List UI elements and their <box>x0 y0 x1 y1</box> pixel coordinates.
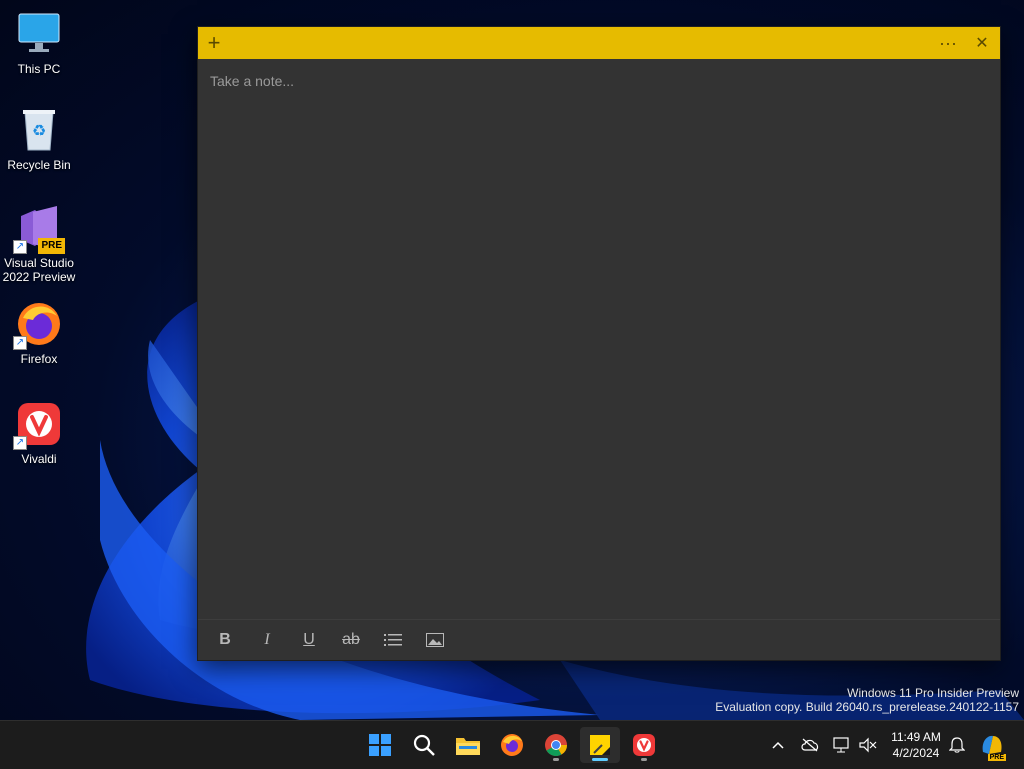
search-button[interactable] <box>404 727 444 763</box>
shortcut-arrow-icon: ↗ <box>13 436 27 450</box>
pre-badge: PRE <box>38 238 65 254</box>
bullet-list-button[interactable] <box>372 624 414 656</box>
firefox-icon: ↗ <box>13 300 63 350</box>
taskbar-chrome[interactable] <box>536 727 576 763</box>
watermark-build: Evaluation copy. Build 26040.rs_prerelea… <box>715 700 1019 714</box>
taskbar: 11:49 AM 4/2/2024 PRE <box>0 720 1024 769</box>
close-note-button[interactable]: ✕ <box>966 27 998 59</box>
note-text-input[interactable] <box>198 59 1000 620</box>
visual-studio-icon: PRE ↗ <box>13 204 65 254</box>
desktop-icon-firefox[interactable]: ↗ Firefox <box>0 300 78 366</box>
bold-icon: B <box>219 631 231 648</box>
monitor-icon <box>15 10 63 58</box>
chevron-up-icon <box>772 741 784 749</box>
shortcut-arrow-icon: ↗ <box>13 336 27 350</box>
italic-icon: I <box>264 631 270 648</box>
plus-icon: + <box>207 30 221 55</box>
menu-button[interactable]: ··· <box>932 27 964 59</box>
note-body <box>198 59 1000 620</box>
strikethrough-button[interactable]: ab <box>330 624 372 656</box>
copilot-button[interactable]: PRE <box>976 721 1008 769</box>
new-note-button[interactable]: + <box>198 27 230 59</box>
image-icon <box>426 633 444 647</box>
desktop-icon-this-pc[interactable]: This PC <box>0 10 78 76</box>
insert-image-button[interactable] <box>414 624 456 656</box>
recycle-bin-icon: ♻ <box>15 106 63 154</box>
vivaldi-icon: ↗ <box>13 400 63 450</box>
volume-muted-icon <box>859 737 877 753</box>
more-options-icon: ··· <box>939 32 957 53</box>
sticky-notes-icon <box>590 735 610 755</box>
underline-icon: U <box>303 631 315 648</box>
taskbar-vivaldi[interactable] <box>624 727 664 763</box>
italic-button[interactable]: I <box>246 624 288 656</box>
clock[interactable]: 11:49 AM 4/2/2024 <box>884 729 948 761</box>
bold-button[interactable]: B <box>204 624 246 656</box>
chrome-icon <box>545 734 567 756</box>
note-title-bar[interactable]: + ··· ✕ <box>198 27 1000 59</box>
sticky-note-window[interactable]: + ··· ✕ B I U ab <box>197 26 1001 661</box>
desktop-icon-recycle-bin[interactable]: ♻ Recycle Bin <box>0 106 78 172</box>
desktop-icon-label: Visual Studio 2022 Preview <box>2 256 76 284</box>
clock-date: 4/2/2024 <box>892 746 940 760</box>
running-indicator <box>592 758 608 761</box>
network-button[interactable] <box>830 721 854 769</box>
desktop-icon-vivaldi[interactable]: ↗ Vivaldi <box>0 400 78 466</box>
taskbar-file-explorer[interactable] <box>448 727 488 763</box>
folder-icon <box>456 738 480 755</box>
search-icon <box>413 734 435 756</box>
clock-time: 11:49 AM <box>891 730 941 744</box>
evaluation-watermark: Windows 11 Pro Insider Preview Evaluatio… <box>715 686 1019 714</box>
cloud-offline-icon <box>801 738 819 752</box>
bell-icon <box>949 737 965 753</box>
svg-text:♻: ♻ <box>32 123 46 140</box>
taskbar-sticky-notes[interactable] <box>580 727 620 763</box>
volume-button[interactable] <box>856 721 880 769</box>
network-icon <box>833 737 849 753</box>
running-indicator <box>641 758 647 761</box>
vivaldi-icon <box>633 734 655 756</box>
underline-button[interactable]: U <box>288 624 330 656</box>
strikethrough-icon: ab <box>342 631 360 648</box>
show-hidden-icons-button[interactable] <box>766 721 790 769</box>
taskbar-firefox[interactable] <box>492 727 532 763</box>
running-indicator <box>553 758 559 761</box>
pre-badge: PRE <box>987 754 1006 761</box>
windows-logo-icon <box>369 734 391 756</box>
desktop-icon-visual-studio[interactable]: PRE ↗ Visual Studio 2022 Preview <box>0 204 78 284</box>
watermark-edition: Windows 11 Pro Insider Preview <box>847 686 1019 700</box>
desktop-icon-label: Vivaldi <box>21 452 57 466</box>
format-toolbar: B I U ab <box>198 619 1000 660</box>
desktop-icon-label: This PC <box>17 62 61 76</box>
list-icon <box>384 634 402 646</box>
firefox-icon <box>501 734 523 756</box>
onedrive-button[interactable] <box>798 721 822 769</box>
start-button[interactable] <box>360 727 400 763</box>
close-icon: ✕ <box>975 35 989 52</box>
desktop-icon-label: Recycle Bin <box>7 158 71 172</box>
shortcut-arrow-icon: ↗ <box>13 240 27 254</box>
desktop-icon-label: Firefox <box>20 352 58 366</box>
notifications-button[interactable] <box>946 721 968 769</box>
